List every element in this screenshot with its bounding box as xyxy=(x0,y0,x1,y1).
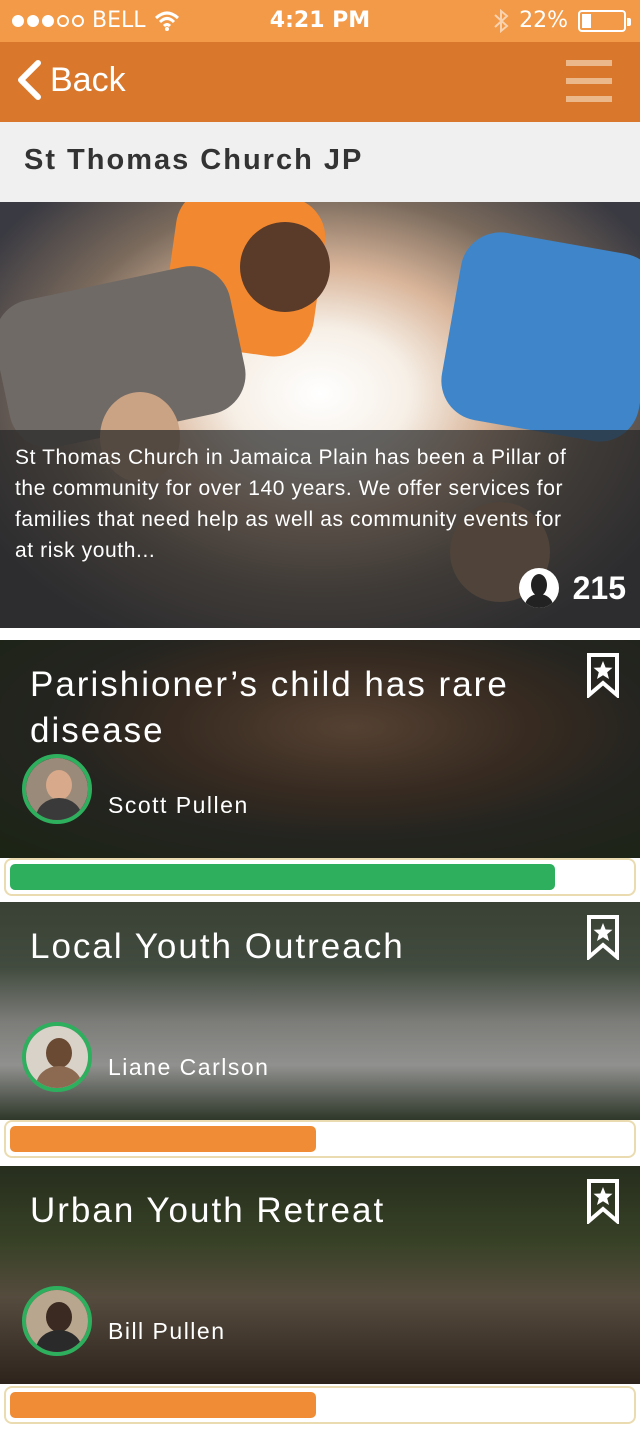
progress-fill xyxy=(10,1392,316,1418)
hero-figure-blue xyxy=(435,226,640,448)
person-icon xyxy=(518,568,559,608)
campaign-card[interactable]: Urban Youth Retreat Bill Pullen xyxy=(0,1166,640,1384)
bookmark-star-icon[interactable] xyxy=(586,914,620,960)
page-header: St Thomas Church JP xyxy=(0,122,640,202)
chevron-left-icon xyxy=(18,60,41,100)
bluetooth-icon xyxy=(494,8,509,33)
avatar[interactable] xyxy=(22,754,92,824)
hero-face xyxy=(240,222,330,312)
back-label: Back xyxy=(50,60,126,99)
avatar-photo-head xyxy=(46,770,72,800)
hero-image: St Thomas Church in Jamaica Plain has be… xyxy=(0,202,640,628)
card-title: Parishioner’s child has rare disease xyxy=(30,665,509,750)
hamburger-menu-icon[interactable] xyxy=(566,60,612,104)
card-title: Urban Youth Retreat xyxy=(30,1191,386,1230)
card-title: Local Youth Outreach xyxy=(30,927,405,966)
church-description: St Thomas Church in Jamaica Plain has be… xyxy=(15,446,567,562)
author-name[interactable]: Scott Pullen xyxy=(108,792,249,819)
avatar[interactable] xyxy=(22,1022,92,1092)
battery-fill xyxy=(582,13,591,28)
battery-percent: 22% xyxy=(519,8,568,33)
avatar-photo-head xyxy=(46,1038,72,1068)
status-right: 22% xyxy=(493,8,631,33)
progress-fill xyxy=(10,864,555,890)
status-bar: BELL 4:21 PM 22% xyxy=(0,0,640,42)
author-name[interactable]: Liane Carlson xyxy=(108,1054,269,1081)
progress-fill xyxy=(10,1126,316,1152)
page-title: St Thomas Church JP xyxy=(24,144,364,176)
funding-progress-bar xyxy=(4,1120,636,1158)
campaign-card[interactable]: Local Youth Outreach Liane Carlson xyxy=(0,902,640,1120)
funding-progress-bar xyxy=(4,1386,636,1424)
avatar[interactable] xyxy=(22,1286,92,1356)
battery-icon xyxy=(578,9,631,32)
member-count-value: 215 xyxy=(572,569,626,606)
funding-progress-bar xyxy=(4,858,636,896)
bookmark-star-icon[interactable] xyxy=(586,652,620,698)
avatar-photo-head xyxy=(46,1302,72,1332)
author-name[interactable]: Bill Pullen xyxy=(108,1318,226,1345)
campaign-card[interactable]: Parishioner’s child has rare disease Sco… xyxy=(0,640,640,858)
member-count[interactable]: 215 xyxy=(518,568,626,608)
back-button[interactable]: Back xyxy=(16,60,126,100)
nav-bar: Back xyxy=(0,42,640,122)
bookmark-star-icon[interactable] xyxy=(586,1178,620,1224)
